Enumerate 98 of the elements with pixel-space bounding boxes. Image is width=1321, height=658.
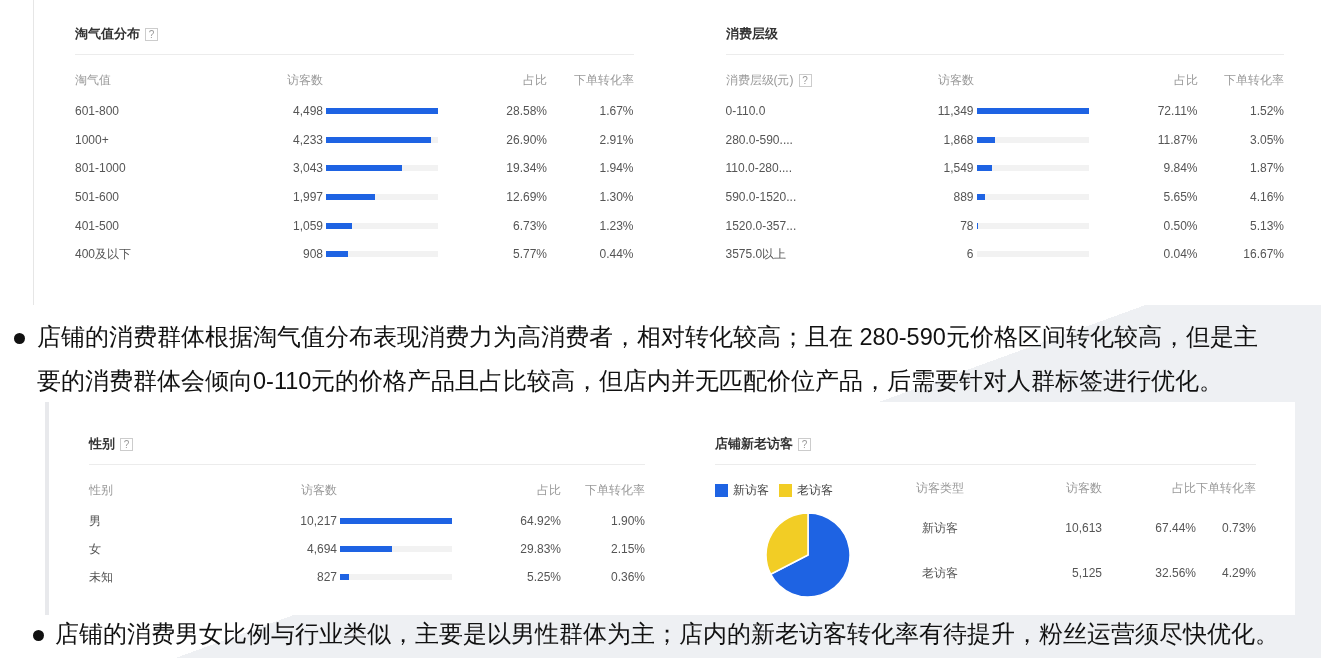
table-cell: 老访客 xyxy=(922,565,958,580)
table-cell-text: 未知 xyxy=(89,569,114,586)
table-cell-text: 827 xyxy=(315,569,337,586)
table-cell: 5,125 xyxy=(1071,565,1102,580)
table-cell-text: 401-500 xyxy=(75,217,121,235)
bullet-icon xyxy=(14,333,25,344)
table-cell-text: 4,233 xyxy=(291,131,323,149)
table-cell-text: 4,694 xyxy=(305,541,337,558)
table-cell-text: 2.15% xyxy=(609,541,645,558)
table-cell-text: 1,997 xyxy=(291,189,323,207)
table-cell: 67.44% xyxy=(1155,520,1196,535)
table-cell-text: 0.04% xyxy=(1162,246,1198,264)
table-cell-text: 5.77% xyxy=(511,246,547,264)
table-cell-text: 16.67% xyxy=(1242,246,1284,264)
table-cell-text: 0.50% xyxy=(1162,217,1198,235)
table-cell-text: 3,043 xyxy=(291,160,323,178)
column-header: 消费层级(元) xyxy=(725,72,794,89)
column-header: 下单转化率 xyxy=(1224,72,1284,89)
table-cell-text: 0.44% xyxy=(598,246,634,264)
table-cell-text: 1,059 xyxy=(291,217,323,235)
legend-label: 老访客 xyxy=(797,482,833,499)
table-cell-text: 1,868 xyxy=(942,131,974,149)
table-cell-text: 501-600 xyxy=(75,189,121,207)
table-cell: 32.56% xyxy=(1155,565,1196,580)
table-cell-text: 5.13% xyxy=(1248,217,1284,235)
column-header: 占比 xyxy=(1173,72,1198,89)
table-cell-text: 590.0-1520... xyxy=(725,189,798,207)
table-cell-text: 78 xyxy=(959,217,974,235)
column-header: 访客数 xyxy=(937,72,974,89)
table-cell-text: 28.58% xyxy=(505,103,547,121)
help-icon: ? xyxy=(798,437,811,451)
table-cell-text: 3.05% xyxy=(1248,131,1284,149)
table-cell-text: 26.90% xyxy=(505,131,547,149)
table-cell-text: 801-1000 xyxy=(75,160,127,178)
bullet-icon xyxy=(33,629,44,641)
table-cell-text: 1.94% xyxy=(598,160,634,178)
table-cell-text: 4.16% xyxy=(1248,189,1284,207)
help-icon: ? xyxy=(145,27,158,41)
table-cell-text: 12.69% xyxy=(505,189,547,207)
panel-title: 性别 xyxy=(89,435,115,454)
table-cell-text: 889 xyxy=(952,189,974,207)
table-cell-text: 4,498 xyxy=(291,103,323,121)
column-header: 占比 xyxy=(537,482,561,499)
table-cell-text: 1520.0-357... xyxy=(725,217,798,235)
table-cell-text: 1.30% xyxy=(598,189,634,207)
table-cell-text: 9.84% xyxy=(1162,160,1198,178)
column-header: 下单转化率 xyxy=(573,72,634,89)
table-cell-text: 1.23% xyxy=(598,217,634,235)
table-cell-text: 1.67% xyxy=(598,103,634,121)
help-icon: ? xyxy=(120,437,133,451)
table-cell: 10,613 xyxy=(1065,520,1102,535)
legend-label: 新访客 xyxy=(733,482,769,499)
column-header: 占比 xyxy=(1172,481,1196,495)
table-cell-text: 1.87% xyxy=(1248,160,1284,178)
table-cell: 新访客 xyxy=(922,520,958,535)
note-paragraph: 店铺的消费男女比例与行业类似，主要是以男性群体为主；店内的新老访客转化率有待提升，粉丝运营须尽快优化。 xyxy=(55,620,1279,650)
column-header: 性别 xyxy=(89,482,113,499)
help-icon: ? xyxy=(798,73,812,87)
column-header: 下单转化率 xyxy=(585,482,645,499)
note-paragraph: 店铺的消费群体根据淘气值分布表现消费力为高消费者，相对转化较高；且在 280-590元价格区间转化较高，但是主要的消费群体会倾向0-110元的价格产品且占比较高，但店内并无匹配价位产品，后需要针对人群标签进行优化。 xyxy=(37,323,1259,396)
table-cell-text: 6 xyxy=(965,246,974,264)
table-cell-text: 280.0-590.... xyxy=(725,131,794,149)
table-cell-text: 女 xyxy=(89,541,102,558)
table-cell-text: 1000+ xyxy=(75,131,110,149)
table-cell-text: 601-800 xyxy=(75,103,121,121)
table-cell-text: 11.87% xyxy=(1156,131,1198,149)
column-header: 访客数 xyxy=(301,482,337,499)
table-cell-text: 10,217 xyxy=(299,513,337,530)
table-cell-text: 男 xyxy=(89,513,102,530)
table-cell: 4.29% xyxy=(1221,565,1256,580)
table-cell-text: 19.34% xyxy=(505,160,547,178)
table-cell-text: 1,549 xyxy=(942,160,974,178)
table-cell-text: 5.65% xyxy=(1162,189,1198,207)
table-cell-text: 29.83% xyxy=(519,541,561,558)
table-cell-text: 908 xyxy=(301,246,323,264)
table-cell-text: 72.11% xyxy=(1156,103,1198,121)
table-cell-text: 0.36% xyxy=(609,569,645,586)
panel-title: 消费层级 xyxy=(725,25,778,44)
table-cell: 0.73% xyxy=(1221,520,1256,535)
table-cell-text: 0-110.0 xyxy=(725,103,767,121)
panel-title: 淘气值分布 xyxy=(75,25,140,44)
table-cell-text: 2.91% xyxy=(598,131,634,149)
column-header: 访客数 xyxy=(1066,481,1102,495)
column-header: 下单转化率 xyxy=(1196,481,1256,495)
table-cell-text: 11,349 xyxy=(936,103,974,121)
panel-title: 店铺新老访客 xyxy=(715,435,793,454)
table-cell-text: 110.0-280.... xyxy=(725,160,793,178)
table-cell-text: 6.73% xyxy=(511,217,547,235)
column-header: 访客类型 xyxy=(916,481,964,495)
table-cell-text: 1.90% xyxy=(609,513,645,530)
table-cell-text: 3575.0以上 xyxy=(725,246,788,264)
table-cell-text: 5.25% xyxy=(525,569,561,586)
column-header: 访客数 xyxy=(287,72,323,89)
column-header: 淘气值 xyxy=(75,72,111,89)
table-cell-text: 400及以下 xyxy=(75,246,133,264)
table-cell-text: 1.52% xyxy=(1248,103,1284,121)
column-header: 占比 xyxy=(523,72,547,89)
table-cell-text: 64.92% xyxy=(519,513,561,530)
